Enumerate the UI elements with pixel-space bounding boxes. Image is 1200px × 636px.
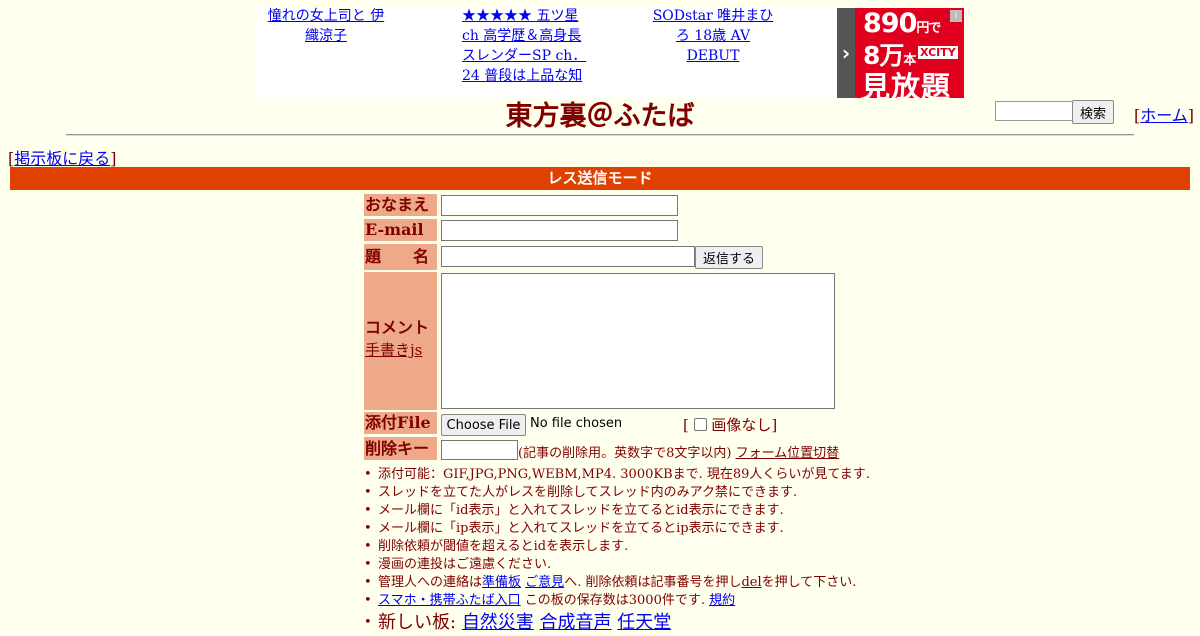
choose-file-button[interactable]: Choose File <box>441 414 526 436</box>
mobile-entrance-link[interactable]: スマホ・携帯ふたば入口 <box>378 593 521 608</box>
email-label: E-mail <box>364 219 437 241</box>
note-text: へ. 削除依頼は記事番号を押し <box>564 575 742 590</box>
file-label: 添付File <box>364 412 437 434</box>
ad-link-1[interactable]: 憧れの女上司と 伊織涼子 <box>268 8 384 44</box>
prep-board-link[interactable]: 準備板 <box>482 575 521 590</box>
name-input[interactable] <box>441 195 678 216</box>
promo-price: 890円で <box>863 8 941 39</box>
back-link-wrapper: [掲示板に戻る] <box>8 149 117 168</box>
home-link-wrapper: [ホーム] <box>1134 106 1195 125</box>
list-item: 添付可能：GIF,JPG,PNG,WEBM,MP4. 3000KBまで. 現在8… <box>362 466 870 484</box>
delete-key-hint: (記事の削除用。英数字で8文字以内) <box>518 446 732 461</box>
header-divider <box>66 134 1134 136</box>
form-position-toggle-link[interactable]: フォーム位置切替 <box>736 446 840 461</box>
note-text: 管理人への連絡は <box>378 575 483 590</box>
submit-reply-button[interactable]: 返信する <box>695 246 763 269</box>
promo-tagline: 見放題 <box>861 70 952 98</box>
del-link[interactable]: del <box>741 575 761 590</box>
ad-item-1[interactable]: 憧れの女上司と 伊織涼子 <box>262 6 390 46</box>
list-item: 削除依頼が閾値を超えるとidを表示します. <box>362 538 870 556</box>
delete-key-hint-wrapper: (記事の削除用。英数字で8文字以内) フォーム位置切替 <box>518 442 839 461</box>
ad-next-arrow-icon[interactable]: › <box>837 8 855 98</box>
no-image-checkbox[interactable] <box>693 418 707 431</box>
comment-label: コメント <box>365 318 430 337</box>
list-item: メール欄に「id表示」と入れてスレッドを立てるとid表示にできます. <box>362 502 870 520</box>
name-label: おなまえ <box>364 194 437 216</box>
subject-label: 題 名 <box>364 244 437 270</box>
comment-label-cell: コメント 手書きjs <box>364 272 437 410</box>
delete-key-input[interactable] <box>441 440 518 460</box>
ad-link-3[interactable]: SODstar 唯井まひろ 18歳 AV DEBUT <box>653 8 774 64</box>
back-to-board-link[interactable]: 掲示板に戻る <box>14 149 110 168</box>
promo-brand: XCITY <box>918 46 958 59</box>
feedback-link[interactable]: ご意見 <box>525 575 564 590</box>
info-notes-list: 添付可能：GIF,JPG,PNG,WEBM,MP4. 3000KBまで. 現在8… <box>362 466 870 636</box>
comment-textarea[interactable] <box>441 273 835 409</box>
ad-item-3[interactable]: SODstar 唯井まひろ 18歳 AV DEBUT <box>650 6 776 66</box>
list-item: 管理人への連絡は準備板 ご意見へ. 削除依頼は記事番号を押しdelを押して下さい… <box>362 574 870 592</box>
ad-item-2[interactable]: ★★★★★ 五ツ星 ch 高学歴＆高身長 スレンダーSP ch． 24 普段は上品な知 <box>462 6 592 86</box>
home-link[interactable]: ホーム <box>1140 106 1188 125</box>
handwriting-link[interactable]: 手書きjs <box>365 341 422 359</box>
list-item: スマホ・携帯ふたば入口 この板の保存数は3000件です. 規約 <box>362 592 870 610</box>
ad-link-2[interactable]: ★★★★★ 五ツ星 ch 高学歴＆高身長 スレンダーSP ch． 24 普段は上品な知 <box>462 8 586 84</box>
email-input[interactable] <box>441 220 678 241</box>
list-item: 漫画の連投はご遠慮ください. <box>362 556 870 574</box>
ad-badge-icon[interactable]: i <box>950 10 962 22</box>
search-button[interactable]: 検索 <box>1072 100 1114 124</box>
subject-input[interactable] <box>441 246 695 267</box>
search-input[interactable] <box>995 101 1076 121</box>
terms-link[interactable]: 規約 <box>709 593 735 608</box>
no-image-wrapper: [ 画像なし] <box>683 416 778 434</box>
delete-key-label: 削除キー <box>364 437 437 460</box>
reply-mode-bar: レス送信モード <box>10 167 1190 190</box>
list-item: メール欄に「ip表示」と入れてスレッドを立てるとip表示にできます. <box>362 520 870 538</box>
note-text: この板の保存数は3000件です. <box>520 593 705 608</box>
no-image-label: 画像なし <box>711 416 772 434</box>
list-item: 新しい板: 自然災害 合成音声 任天堂 <box>362 610 870 636</box>
note-text: を押して下さい. <box>761 575 857 590</box>
list-item: スレッドを立てた人がレスを削除してスレッド内のみアク禁にできます. <box>362 484 870 502</box>
file-status: No file chosen <box>530 416 623 431</box>
ad-promo-image[interactable]: 890円で 8万本 XCITY 見放題 i <box>855 8 964 98</box>
